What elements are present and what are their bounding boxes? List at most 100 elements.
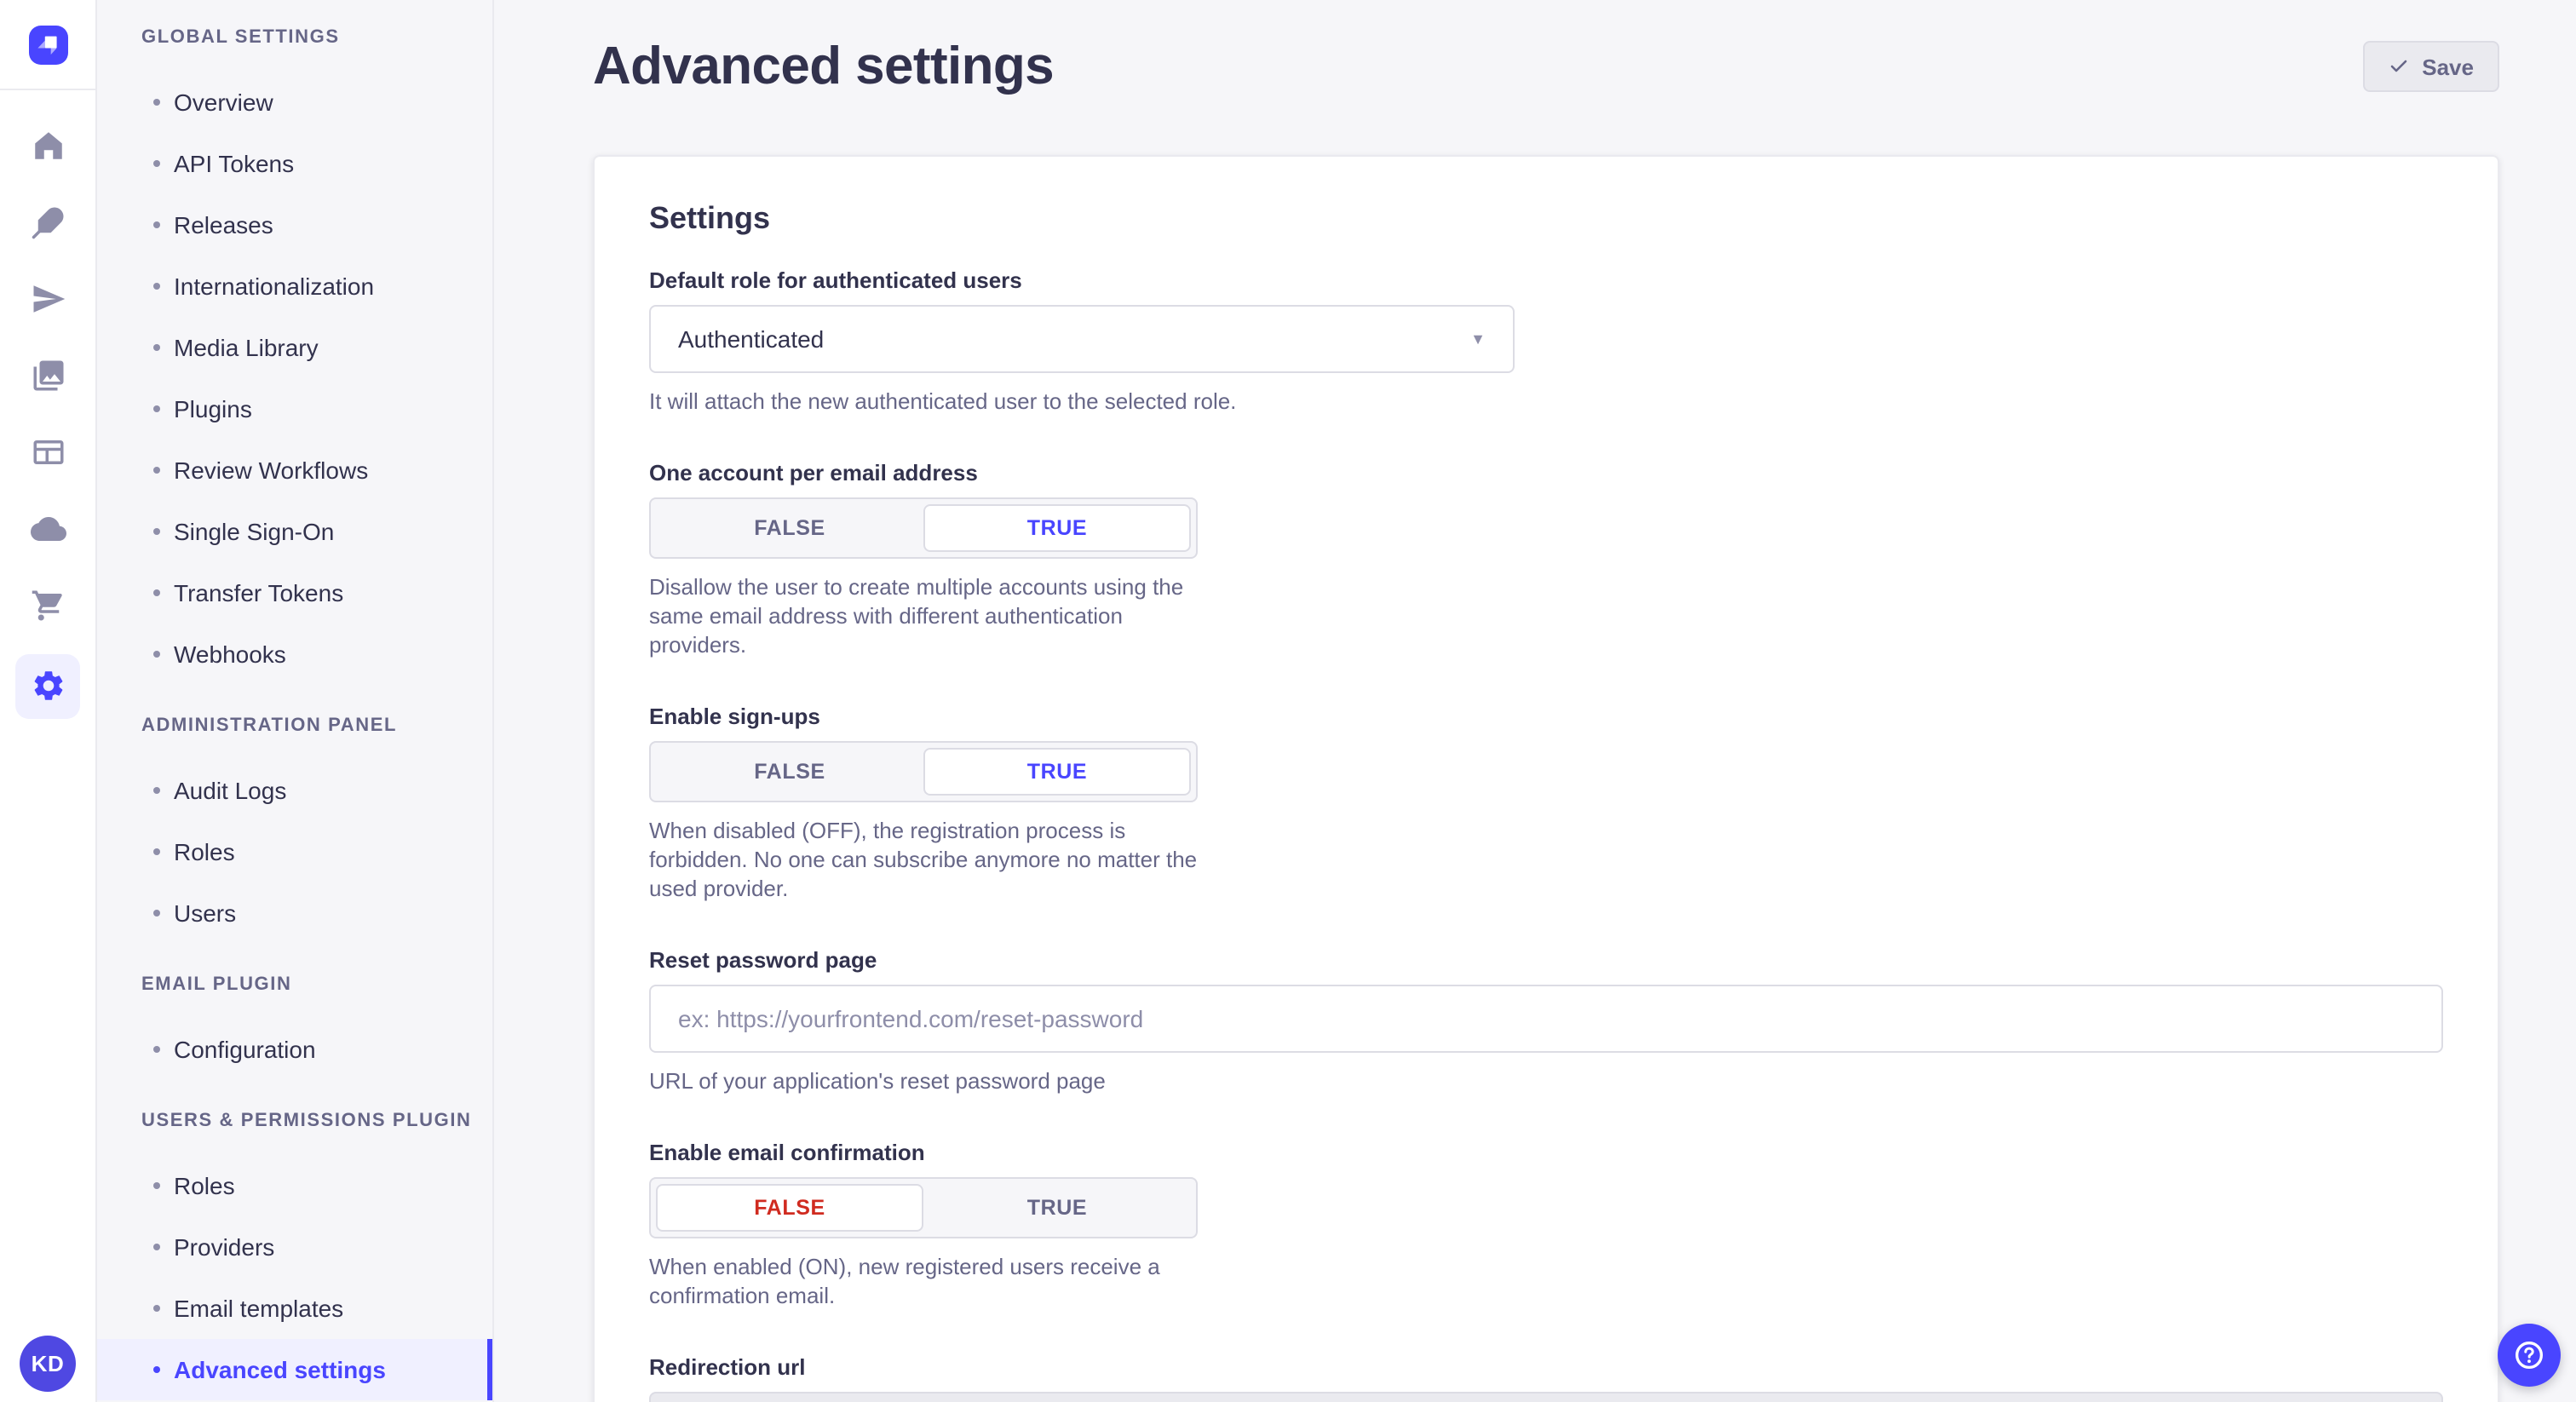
field-hint: URL of your application's reset password… (649, 1066, 2443, 1095)
sidebar-section-title: EMAIL PLUGIN (97, 968, 492, 1002)
bullet-icon (153, 1366, 160, 1373)
cloud-icon (30, 510, 66, 554)
toggle-option-true[interactable]: TRUE (923, 504, 1191, 552)
main-content: Advanced settings Save Settings Default … (494, 0, 2576, 1402)
field-label: Enable sign-ups (649, 704, 1198, 729)
sidebar-item-label: Configuration (174, 1036, 316, 1063)
sidebar-item-label: Users (174, 899, 236, 927)
rail-divider (0, 89, 95, 90)
field-enable-signups: Enable sign-ups FALSETRUE When disabled … (649, 704, 1198, 903)
field-hint: When enabled (ON), new registered users … (649, 1252, 1198, 1310)
default-role-select[interactable]: Authenticated ▼ (649, 305, 1515, 373)
sidebar-item-audit-logs[interactable]: Audit Logs (97, 760, 492, 821)
sidebar-item-roles[interactable]: Roles (97, 1155, 492, 1216)
sidebar-item-webhooks[interactable]: Webhooks (97, 623, 492, 685)
rail-media-library-icon[interactable] (0, 341, 95, 417)
page-header: Advanced settings Save (593, 0, 2499, 97)
rail-layout-icon[interactable] (0, 417, 95, 494)
sidebar-item-label: Transfer Tokens (174, 579, 343, 606)
toggle-option-true[interactable]: TRUE (923, 748, 1191, 796)
active-indicator (487, 1339, 492, 1400)
sidebar-item-advanced-settings[interactable]: Advanced settings (97, 1339, 492, 1400)
bullet-icon (153, 528, 160, 535)
bullet-icon (153, 221, 160, 228)
paper-plane-icon (30, 280, 66, 325)
sidebar-item-media-library[interactable]: Media Library (97, 317, 492, 378)
help-button[interactable] (2498, 1324, 2561, 1387)
sidebar-item-internationalization[interactable]: Internationalization (97, 256, 492, 317)
sidebar-item-label: Advanced settings (174, 1356, 386, 1383)
select-value: Authenticated (678, 325, 824, 353)
rail-shopping-cart-icon[interactable] (0, 571, 95, 647)
toggle-option-true[interactable]: TRUE (923, 1184, 1191, 1232)
settings-gear-icon (15, 653, 80, 718)
sidebar-item-label: Email templates (174, 1295, 343, 1322)
sidebar-item-email-templates[interactable]: Email templates (97, 1278, 492, 1339)
sidebar-section-title: GLOBAL SETTINGS (97, 20, 492, 55)
sidebar-item-label: Plugins (174, 395, 252, 422)
sidebar-item-plugins[interactable]: Plugins (97, 378, 492, 440)
reset-password-input[interactable] (649, 985, 2443, 1053)
sidebar-item-review-workflows[interactable]: Review Workflows (97, 440, 492, 501)
bullet-icon (153, 589, 160, 596)
sidebar-section: ADMINISTRATION PANEL Audit Logs Roles Users (97, 709, 492, 944)
sidebar-item-label: Roles (174, 838, 235, 865)
bullet-icon (153, 910, 160, 916)
sidebar-item-label: Audit Logs (174, 777, 286, 804)
bullet-icon (153, 1244, 160, 1250)
sidebar-item-single-sign-on[interactable]: Single Sign-On (97, 501, 492, 562)
settings-sidebar: GLOBAL SETTINGS Overview API Tokens Release… (97, 0, 494, 1402)
rail-home-icon[interactable] (0, 111, 95, 187)
sidebar-item-label: Roles (174, 1172, 235, 1199)
sidebar-item-label: Providers (174, 1233, 274, 1261)
sidebar-item-users[interactable]: Users (97, 882, 492, 944)
sidebar-item-releases[interactable]: Releases (97, 194, 492, 256)
field-label: Redirection url (649, 1354, 2443, 1380)
user-avatar[interactable]: KD (20, 1336, 76, 1392)
settings-card: Settings Default role for authenticated … (593, 155, 2499, 1402)
chevron-down-icon: ▼ (1470, 330, 1486, 348)
one-account-toggle: FALSETRUE (649, 497, 1198, 559)
bullet-icon (153, 1305, 160, 1312)
field-reset-password: Reset password page URL of your applicat… (649, 947, 2443, 1095)
field-default-role: Default role for authenticated users Aut… (649, 267, 2443, 416)
field-one-account: One account per email address FALSETRUE … (649, 460, 1198, 659)
sidebar-item-label: API Tokens (174, 150, 294, 177)
bullet-icon (153, 160, 160, 167)
feather-icon (30, 204, 66, 248)
rail-feather-icon[interactable] (0, 187, 95, 264)
field-hint: It will attach the new authenticated use… (649, 387, 2443, 416)
layout-icon (30, 434, 66, 478)
sidebar-item-providers[interactable]: Providers (97, 1216, 492, 1278)
toggle-option-false[interactable]: FALSE (656, 748, 923, 796)
bullet-icon (153, 787, 160, 794)
sidebar-section: USERS & PERMISSIONS PLUGIN Roles Providers… (97, 1104, 492, 1400)
sidebar-section-title: ADMINISTRATION PANEL (97, 709, 492, 743)
bullet-icon (153, 1182, 160, 1189)
field-redirection-url: Redirection url (649, 1354, 2443, 1402)
sidebar-item-api-tokens[interactable]: API Tokens (97, 133, 492, 194)
sidebar-section: GLOBAL SETTINGS Overview API Tokens Release… (97, 20, 492, 685)
strapi-logo[interactable] (28, 26, 67, 65)
save-button[interactable]: Save (2362, 41, 2499, 92)
sidebar-item-roles[interactable]: Roles (97, 821, 492, 882)
sidebar-item-overview[interactable]: Overview (97, 72, 492, 133)
shopping-cart-icon (30, 587, 66, 631)
rail-cloud-icon[interactable] (0, 494, 95, 571)
bullet-icon (153, 651, 160, 658)
toggle-option-false[interactable]: FALSE (656, 1184, 923, 1232)
sidebar-item-label: Single Sign-On (174, 518, 334, 545)
home-icon (30, 127, 66, 171)
toggle-option-false[interactable]: FALSE (656, 504, 923, 552)
card-heading: Settings (649, 201, 2443, 237)
nav-rail: KD (0, 0, 97, 1402)
strapi-admin-app: KD GLOBAL SETTINGS Overview API Tokens Rele… (0, 0, 2576, 1402)
sidebar-section-title: USERS & PERMISSIONS PLUGIN (97, 1104, 492, 1138)
rail-paper-plane-icon[interactable] (0, 264, 95, 341)
sidebar-item-configuration[interactable]: Configuration (97, 1019, 492, 1080)
rail-settings-gear-icon[interactable] (0, 647, 95, 724)
sidebar-item-transfer-tokens[interactable]: Transfer Tokens (97, 562, 492, 623)
field-hint: When disabled (OFF), the registration pr… (649, 816, 1198, 903)
redirection-url-input[interactable] (649, 1392, 2443, 1402)
bullet-icon (153, 344, 160, 351)
